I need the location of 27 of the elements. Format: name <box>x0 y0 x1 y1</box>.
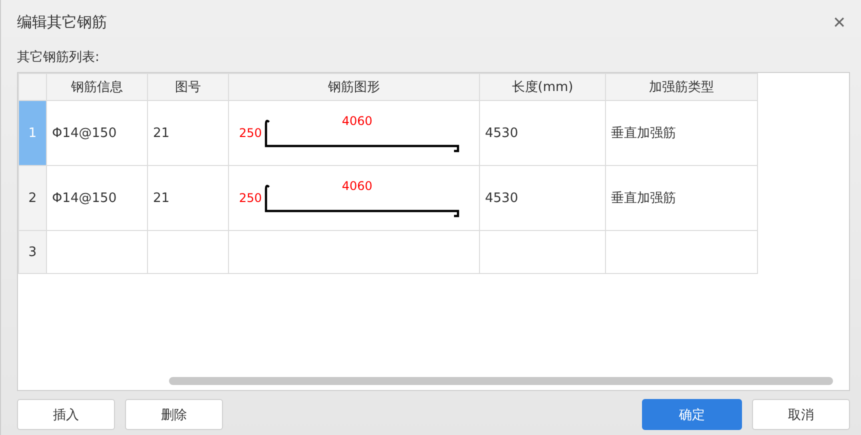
horizontal-scrollbar[interactable] <box>169 377 833 385</box>
table-cell: 4530 <box>480 100 606 166</box>
row-number[interactable]: 3 <box>18 230 46 274</box>
dialog-button[interactable]: 插入 <box>17 399 115 430</box>
table-cell: 21 <box>148 100 228 166</box>
table-cell: 4530 <box>480 166 606 230</box>
column-header[interactable]: 加强筋类型 <box>606 74 758 100</box>
dimension-label: 4060 <box>342 114 372 128</box>
dimension-label: 250 <box>239 126 262 140</box>
table-cell: Φ14@150 <box>46 166 148 230</box>
column-header[interactable]: 图号 <box>148 74 228 100</box>
window-title: 编辑其它钢筋 <box>17 12 107 32</box>
column-header[interactable]: 钢筋图形 <box>228 74 480 100</box>
dialog-button[interactable]: 删除 <box>125 399 223 430</box>
row-number[interactable]: 2 <box>18 166 46 230</box>
dimension-label: 4060 <box>342 179 372 193</box>
table-cell: 垂直加强筋 <box>606 166 758 230</box>
confirm-button[interactable]: 确定 <box>642 399 742 430</box>
table-cell: 21 <box>148 166 228 230</box>
column-header[interactable]: 钢筋信息 <box>46 74 148 100</box>
dialog-button[interactable]: 取消 <box>752 399 850 430</box>
table-cell: 垂直加强筋 <box>606 100 758 166</box>
column-header[interactable]: 长度(mm) <box>480 74 606 100</box>
dimension-label: 250 <box>239 191 262 205</box>
list-label: 其它钢筋列表: <box>17 49 100 66</box>
table-cell: Φ14@150 <box>46 100 148 166</box>
close-button[interactable]: ✕ <box>828 12 850 32</box>
